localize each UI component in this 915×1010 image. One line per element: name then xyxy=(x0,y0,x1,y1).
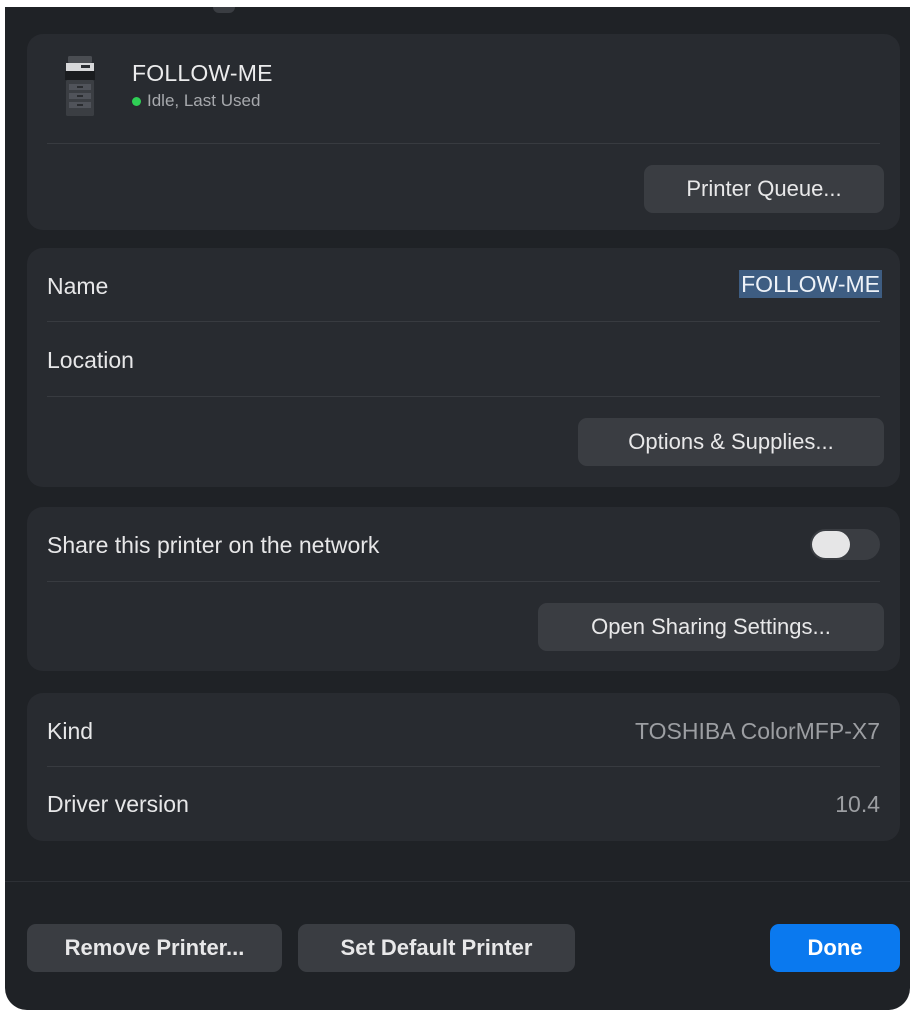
share-printer-toggle[interactable] xyxy=(810,529,880,560)
printer-title: FOLLOW-ME xyxy=(132,60,273,86)
sharing-card: Share this printer on the network Open S… xyxy=(27,507,900,671)
options-supplies-button[interactable]: Options & Supplies... xyxy=(578,418,884,466)
kind-value: TOSHIBA ColorMFP-X7 xyxy=(635,718,880,744)
name-field[interactable]: FOLLOW-ME xyxy=(739,270,882,298)
remove-printer-button[interactable]: Remove Printer... xyxy=(27,924,282,972)
status-dot-icon xyxy=(132,96,141,106)
divider xyxy=(47,766,880,767)
printer-details-card: Name FOLLOW-ME Location Options & Suppli… xyxy=(27,248,900,487)
divider xyxy=(47,143,880,144)
printer-info-card: Kind TOSHIBA ColorMFP-X7 Driver version … xyxy=(27,693,900,841)
location-field[interactable] xyxy=(480,346,880,374)
printer-card: FOLLOW-ME Idle, Last Used Printer Queue.… xyxy=(27,34,900,230)
printer-queue-button[interactable]: Printer Queue... xyxy=(644,165,884,213)
divider xyxy=(47,396,880,397)
kind-label: Kind xyxy=(47,718,94,744)
toggle-knob xyxy=(812,531,850,558)
divider xyxy=(47,581,880,582)
open-sharing-settings-button[interactable]: Open Sharing Settings... xyxy=(538,603,884,651)
footer-divider xyxy=(5,881,910,882)
location-label: Location xyxy=(47,347,134,373)
done-button[interactable]: Done xyxy=(770,924,900,972)
window-edge-decoration xyxy=(213,7,235,13)
printer-status: Idle, Last Used xyxy=(132,91,260,111)
printer-info-sheet: FOLLOW-ME Idle, Last Used Printer Queue.… xyxy=(5,7,910,1010)
set-default-printer-button[interactable]: Set Default Printer xyxy=(298,924,575,972)
printer-icon xyxy=(63,56,97,116)
divider xyxy=(47,321,880,322)
driver-version-label: Driver version xyxy=(47,791,189,817)
name-label: Name xyxy=(47,273,109,299)
printer-status-text: Idle, Last Used xyxy=(147,91,261,110)
share-printer-label: Share this printer on the network xyxy=(47,532,380,558)
driver-version-value: 10.4 xyxy=(835,791,880,817)
